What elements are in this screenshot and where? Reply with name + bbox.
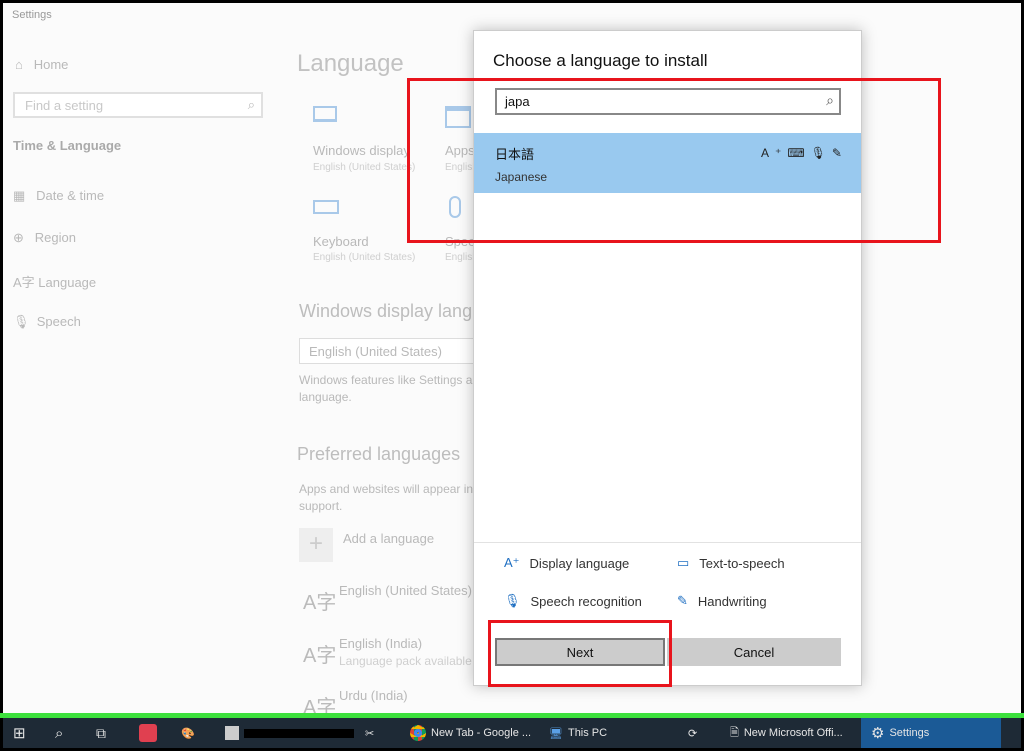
redacted-task[interactable] <box>225 718 354 748</box>
laptop-icon <box>313 106 337 122</box>
calendar-clock-icon: ▦ <box>13 188 26 203</box>
tray-app[interactable]: ⟳ <box>688 718 697 748</box>
plus-icon: + <box>308 530 323 557</box>
find-setting-input[interactable]: Find a setting ⌕ <box>13 92 263 118</box>
scissors-icon: ✂ <box>365 727 375 740</box>
taskbar-settings[interactable]: ⚙ Settings <box>861 718 1001 748</box>
add-language-button[interactable]: + <box>299 528 333 562</box>
sidebar-item-date-time[interactable]: ▦ Date & time <box>13 188 104 204</box>
sidebar-item-speech[interactable]: 🎙 Speech <box>13 314 81 330</box>
highlight-box-next <box>488 620 672 687</box>
language-item[interactable]: English (India) <box>339 636 422 651</box>
globe-icon: ⊕ <box>13 230 24 245</box>
microphone-icon: 🎙 <box>13 314 30 329</box>
dialog-title: Choose a language to install <box>493 51 708 70</box>
divider <box>474 542 861 543</box>
sidebar-item-region[interactable]: ⊕ Region <box>13 230 76 246</box>
paint-button[interactable]: 🎨 <box>181 718 195 748</box>
sidebar-home[interactable]: ⌂ Home <box>15 57 68 72</box>
home-icon: ⌂ <box>15 57 23 72</box>
language-item[interactable]: English (United States) <box>339 583 472 598</box>
paint-palette-icon: 🎨 <box>181 727 195 740</box>
speech-recognition-icon: 🎙 <box>504 593 521 608</box>
chrome-icon <box>410 725 426 741</box>
window-icon <box>225 726 239 740</box>
search-button[interactable]: ⌕ <box>55 718 63 748</box>
cancel-button[interactable]: Cancel <box>667 638 841 666</box>
page-title: Language <box>297 50 404 77</box>
windows-icon: ⊞ <box>13 725 26 742</box>
snipping-button[interactable]: ✂ <box>365 718 374 748</box>
handwriting-icon: ✎ <box>677 593 688 608</box>
sync-icon: ⟳ <box>688 727 698 740</box>
language-icon: A字 <box>13 275 35 290</box>
search-icon: ⌕ <box>247 97 255 112</box>
language-icon: A字 <box>303 645 337 667</box>
task-view-button[interactable]: ⧉ <box>96 718 106 748</box>
language-icon: A字 <box>303 697 337 715</box>
keyboard-icon <box>313 200 339 214</box>
window-title: Settings <box>12 9 52 21</box>
search-icon: ⌕ <box>55 724 64 742</box>
taskbar: ⊞ ⌕ ⧉ 🎨 ✂ New Tab - Google ... 🖥 This PC … <box>3 718 1021 748</box>
app-icon <box>139 724 157 742</box>
start-button[interactable]: ⊞ <box>13 718 26 748</box>
gear-icon: ⚙ <box>871 725 885 742</box>
app-button[interactable] <box>139 718 157 748</box>
display-language-select[interactable]: English (United States) <box>299 338 499 364</box>
sidebar-item-language[interactable]: A字 Language <box>13 272 96 291</box>
display-language-icon: A⁺ <box>504 555 520 570</box>
taskbar-this-pc[interactable]: 🖥 This PC <box>549 718 607 748</box>
text-to-speech-icon: ▭ <box>677 555 690 570</box>
tile-keyboard[interactable]: Keyboard <box>313 234 369 249</box>
document-icon: 🗎 <box>730 726 739 739</box>
computer-icon: 🖥 <box>549 727 563 740</box>
taskbar-office[interactable]: 🗎 New Microsoft Offi... <box>730 718 843 748</box>
sidebar-section: Time & Language <box>13 138 122 153</box>
language-item[interactable]: Urdu (India) <box>339 688 408 703</box>
tile-display[interactable]: Windows display <box>313 143 410 158</box>
task-view-icon: ⧉ <box>96 724 106 741</box>
highlight-box-search <box>407 78 941 243</box>
taskbar-chrome[interactable]: New Tab - Google ... <box>410 718 531 748</box>
language-icon: A字 <box>303 592 337 614</box>
preferred-languages-heading: Preferred languages <box>297 444 461 464</box>
